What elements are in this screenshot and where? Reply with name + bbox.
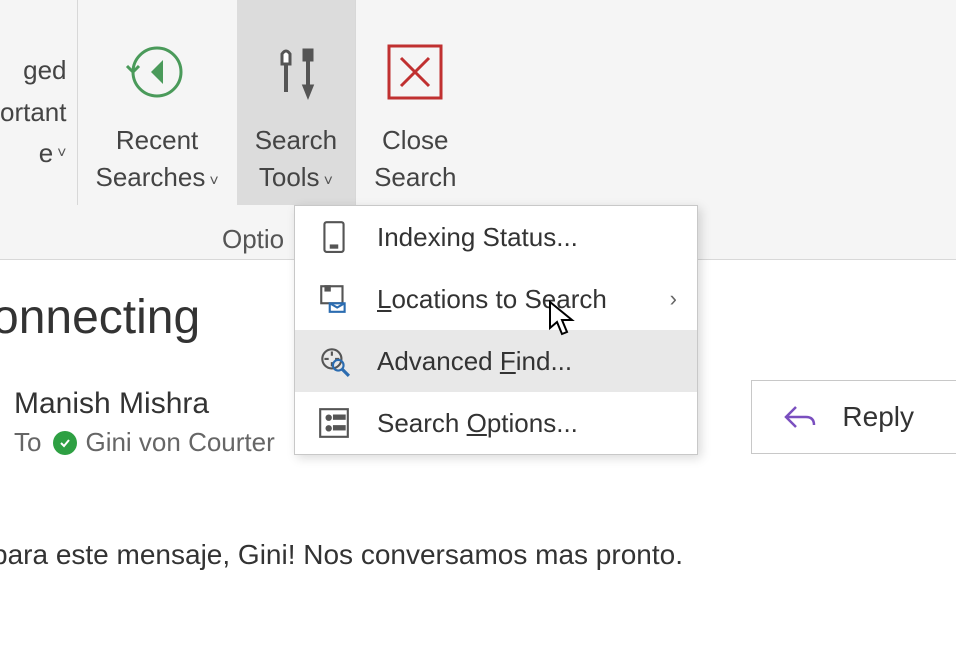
locations-icon [317,282,351,316]
chevron-right-icon: › [670,286,677,312]
menu-label: Search Options... [377,408,578,439]
menu-label: Advanced Find... [377,346,572,377]
partial-item-important[interactable]: ortant [0,92,67,134]
chevron-down-icon: ˅ [57,141,66,167]
menu-advanced-find[interactable]: Advanced Find... [295,330,697,392]
search-tools-icon [264,40,328,104]
menu-label: Indexing Status... [377,222,578,253]
menu-search-options[interactable]: Search Options... [295,392,697,454]
chevron-down-icon: ˅ [209,170,218,193]
to-row: To Gini von Courter [14,427,275,458]
partial-item-flagged[interactable]: ged [23,50,66,92]
search-options-icon [317,406,351,440]
ribbon-group-label: Optio [222,224,284,255]
chevron-down-icon: ˅ [324,170,333,193]
menu-label: Locations to Search [377,284,607,315]
recent-searches-icon [125,40,189,104]
advanced-find-icon [317,344,351,378]
reply-label: Reply [842,401,914,433]
menu-indexing-status[interactable]: Indexing Status... [295,206,697,268]
close-search-icon [383,40,447,104]
partial-item-more[interactable]: e˅ [39,133,67,175]
to-label: To [14,427,41,458]
ribbon-buttons: ged ortant e˅ Recent Searches˅ [0,0,956,205]
search-tools-label: Search Tools˅ [255,122,337,197]
verified-check-icon [53,431,77,455]
sender-name: Manish Mishra [14,387,275,421]
message-body: para este mensaje, Gini! Nos conversamos… [0,534,956,576]
reply-icon [782,399,818,435]
indexing-status-icon [317,220,351,254]
recent-searches-button[interactable]: Recent Searches˅ [78,0,237,205]
recent-searches-label: Recent Searches˅ [96,122,219,197]
close-search-button[interactable]: Close Search [356,0,474,205]
sender-details: Manish Mishra To Gini von Courter [14,387,275,458]
close-search-label: Close Search [374,122,456,197]
reply-button[interactable]: Reply [751,380,956,454]
recipient-name: Gini von Courter [85,427,274,458]
partial-ribbon-group: ged ortant e˅ [0,0,78,205]
search-tools-dropdown: Indexing Status... Locations to Search ›… [294,205,698,455]
menu-locations-to-search[interactable]: Locations to Search › [295,268,697,330]
search-tools-button[interactable]: Search Tools˅ [237,0,355,205]
